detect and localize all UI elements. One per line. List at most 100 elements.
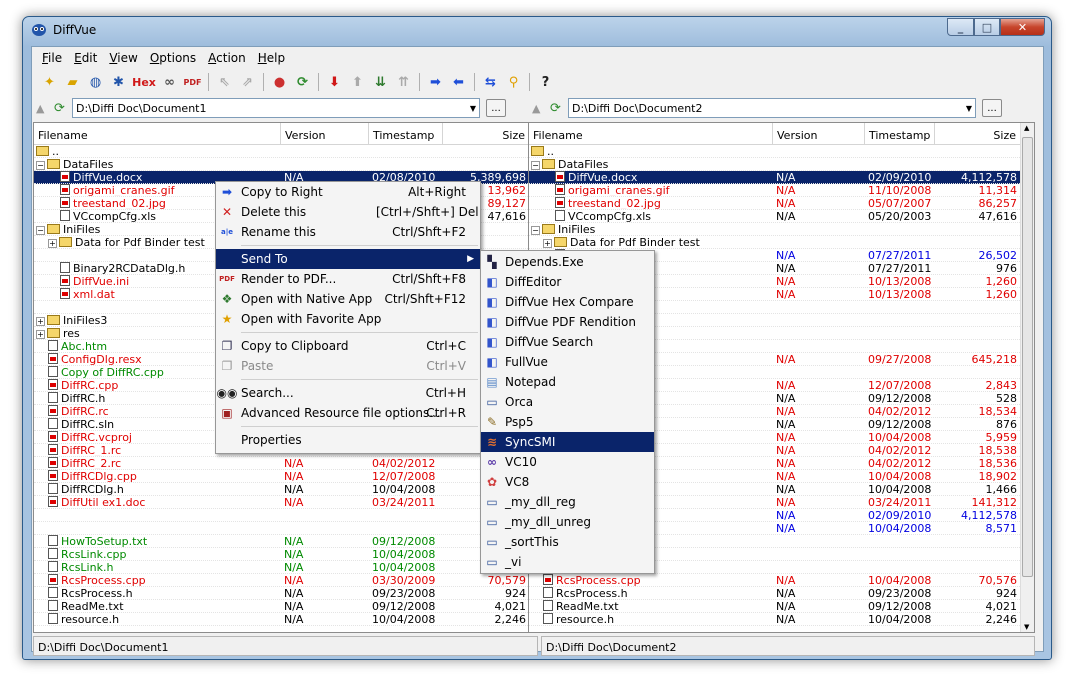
- sendto-item-diffeditor[interactable]: ◧ DiffEditor: [481, 272, 654, 292]
- prev-change-icon[interactable]: ⇈: [392, 72, 415, 92]
- close-button[interactable]: ✕: [1000, 18, 1045, 36]
- swap-icon[interactable]: ⇆: [479, 72, 502, 92]
- file-row[interactable]: resource.h N/A 10/04/2008 2,246: [529, 613, 1034, 626]
- binder-icon[interactable]: ∞: [158, 72, 181, 92]
- col-filename[interactable]: Filename: [529, 123, 773, 145]
- sendto-item-psp5[interactable]: ✎ Psp5: [481, 412, 654, 432]
- ctx-item-search[interactable]: ◉◉ Search... Ctrl+H: [216, 383, 480, 403]
- menu-edit[interactable]: Edit: [69, 51, 102, 65]
- ctx-item-open-with-native-app[interactable]: ❖ Open with Native App Ctrl/Shft+F12: [216, 289, 480, 309]
- tree-toggle-icon[interactable]: +: [543, 239, 552, 248]
- right-path-combo[interactable]: D:\Diffi Doc\Document2 ▼: [568, 98, 976, 118]
- help-icon[interactable]: ?: [534, 72, 557, 92]
- sync-icon[interactable]: ✱: [107, 72, 130, 92]
- ctx-item-copy-to-right[interactable]: ➡ Copy to Right Alt+Right: [216, 182, 480, 202]
- file-row[interactable]: DiffRC_2.rc N/A 04/02/2012: [34, 457, 530, 470]
- file-row[interactable]: resource.h N/A 10/04/2008 2,246: [34, 613, 530, 626]
- file-row[interactable]: RcsProcess.h N/A 09/23/2008 924: [529, 587, 1034, 600]
- copy-left-icon[interactable]: ⬅: [447, 72, 470, 92]
- file-row[interactable]: DiffRCDlg.cpp N/A 12/07/2008: [34, 470, 530, 483]
- file-row[interactable]: DiffVue.docx N/A 02/09/2010 4,112,578: [529, 171, 1034, 184]
- file-row[interactable]: − IniFiles: [529, 223, 1034, 236]
- sendto-item-syncsmi[interactable]: ≋ SyncSMI: [481, 432, 654, 452]
- maximize-button[interactable]: □: [974, 18, 1000, 36]
- color-options-icon[interactable]: ●: [268, 72, 291, 92]
- col-size[interactable]: Size: [935, 123, 1021, 145]
- left-path-combo[interactable]: D:\Diffi Doc\Document1 ▼: [72, 98, 480, 118]
- next-difference-icon[interactable]: ⬇: [323, 72, 346, 92]
- file-row[interactable]: ..: [529, 145, 1034, 158]
- title-bar[interactable]: DiffVue _ □ ✕: [23, 17, 1051, 43]
- tree-toggle-icon[interactable]: −: [531, 161, 540, 170]
- file-row[interactable]: ..: [34, 145, 530, 158]
- ctx-item-delete-this[interactable]: ✕ Delete this [Ctrl+/Shft+] Del: [216, 202, 480, 222]
- col-filename[interactable]: Filename: [34, 123, 281, 145]
- refresh-path-icon[interactable]: ⟳: [54, 101, 70, 116]
- minimize-button[interactable]: _: [947, 18, 974, 36]
- refresh-icon[interactable]: ⟳: [291, 72, 314, 92]
- filter-icon[interactable]: ⚲: [502, 72, 525, 92]
- file-row[interactable]: RcsLink.h N/A 10/04/2008: [34, 561, 530, 574]
- scroll-up-icon[interactable]: ▲: [1024, 124, 1029, 132]
- pdf-icon[interactable]: PDF: [181, 72, 204, 92]
- file-row[interactable]: HowToSetup.txt N/A 09/12/2008: [34, 535, 530, 548]
- up-folder-icon[interactable]: ▲: [532, 102, 546, 115]
- col-timestamp[interactable]: Timestamp: [369, 123, 443, 145]
- menu-help[interactable]: Help: [253, 51, 290, 65]
- file-row[interactable]: origami_cranes.gif N/A 11/10/2008 11,314: [529, 184, 1034, 197]
- sendto-item-vi[interactable]: ▭ _vi: [481, 552, 654, 572]
- sendto-item-sortthis[interactable]: ▭ _sortThis: [481, 532, 654, 552]
- sendto-item-vc10[interactable]: ∞ VC10: [481, 452, 654, 472]
- sendto-item-my-dll-reg[interactable]: ▭ _my_dll_reg: [481, 492, 654, 512]
- scroll-down-icon[interactable]: ▼: [1024, 623, 1029, 631]
- open-file-icon[interactable]: ▰: [61, 72, 84, 92]
- file-row[interactable]: RcsProcess.cpp N/A 03/30/2009 70,579: [34, 574, 530, 587]
- left-browse-button[interactable]: ...: [486, 99, 506, 117]
- hex-button[interactable]: Hex: [130, 72, 158, 92]
- sendto-item-diffvue-search[interactable]: ◧ DiffVue Search: [481, 332, 654, 352]
- file-row[interactable]: DiffUtil ex1.doc N/A 03/24/2011: [34, 496, 530, 509]
- file-row[interactable]: + Data for Pdf Binder test: [529, 236, 1034, 249]
- open-folder-icon[interactable]: ✦: [38, 72, 61, 92]
- compare-icon[interactable]: ◍: [84, 72, 107, 92]
- ctx-item-advanced-resource-file-options[interactable]: ▣ Advanced Resource file options... Ctrl+R: [216, 403, 480, 423]
- dropdown-arrow-icon[interactable]: ▼: [966, 104, 972, 113]
- refresh-path-icon[interactable]: ⟳: [550, 101, 566, 116]
- ctx-item-render-to-pdf[interactable]: PDF Render to PDF... Ctrl/Shft+F8: [216, 269, 480, 289]
- file-row[interactable]: VCcompCfg.xls N/A 05/20/2003 47,616: [529, 210, 1034, 223]
- copy-right-icon[interactable]: ➡: [424, 72, 447, 92]
- scroll-thumb[interactable]: [1022, 137, 1033, 577]
- sendto-item-diffvue-hex-compare[interactable]: ◧ DiffVue Hex Compare: [481, 292, 654, 312]
- sendto-item-my-dll-unreg[interactable]: ▭ _my_dll_unreg: [481, 512, 654, 532]
- prev-difference-icon[interactable]: ⬆: [346, 72, 369, 92]
- menu-action[interactable]: Action: [203, 51, 251, 65]
- next-diff-disabled-icon[interactable]: ⇗: [236, 72, 259, 92]
- ctx-item-open-with-favorite-app[interactable]: ★ Open with Favorite App: [216, 309, 480, 329]
- sendto-item-orca[interactable]: ▭ Orca: [481, 392, 654, 412]
- file-row[interactable]: [34, 509, 530, 522]
- prev-diff-disabled-icon[interactable]: ⇖: [213, 72, 236, 92]
- sendto-item-vc8[interactable]: ✿ VC8: [481, 472, 654, 492]
- right-browse-button[interactable]: ...: [982, 99, 1002, 117]
- ctx-item-paste[interactable]: ❐ Paste Ctrl+V: [216, 356, 480, 376]
- ctx-item-send-to[interactable]: Send To ▶: [216, 249, 480, 269]
- sendto-item-fullvue[interactable]: ◧ FullVue: [481, 352, 654, 372]
- ctx-item-copy-to-clipboard[interactable]: ❐ Copy to Clipboard Ctrl+C: [216, 336, 480, 356]
- menu-view[interactable]: View: [104, 51, 142, 65]
- file-row[interactable]: − DataFiles: [34, 158, 530, 171]
- tree-toggle-icon[interactable]: +: [48, 239, 57, 248]
- up-folder-icon[interactable]: ▲: [36, 102, 50, 115]
- col-version[interactable]: Version: [281, 123, 369, 145]
- file-row[interactable]: − DataFiles: [529, 158, 1034, 171]
- vertical-scrollbar[interactable]: ▲ ▼: [1020, 123, 1034, 632]
- tree-toggle-icon[interactable]: −: [36, 161, 45, 170]
- tree-toggle-icon[interactable]: −: [531, 226, 540, 235]
- tree-toggle-icon[interactable]: +: [36, 317, 45, 326]
- dropdown-arrow-icon[interactable]: ▼: [470, 104, 476, 113]
- sendto-item-depends-exe[interactable]: ▚ Depends.Exe: [481, 252, 654, 272]
- file-row[interactable]: RcsProcess.cpp N/A 10/04/2008 70,576: [529, 574, 1034, 587]
- file-row[interactable]: RcsLink.cpp N/A 10/04/2008: [34, 548, 530, 561]
- sendto-item-diffvue-pdf-rendition[interactable]: ◧ DiffVue PDF Rendition: [481, 312, 654, 332]
- file-row[interactable]: RcsProcess.h N/A 09/23/2008 924: [34, 587, 530, 600]
- sendto-item-notepad[interactable]: ▤ Notepad: [481, 372, 654, 392]
